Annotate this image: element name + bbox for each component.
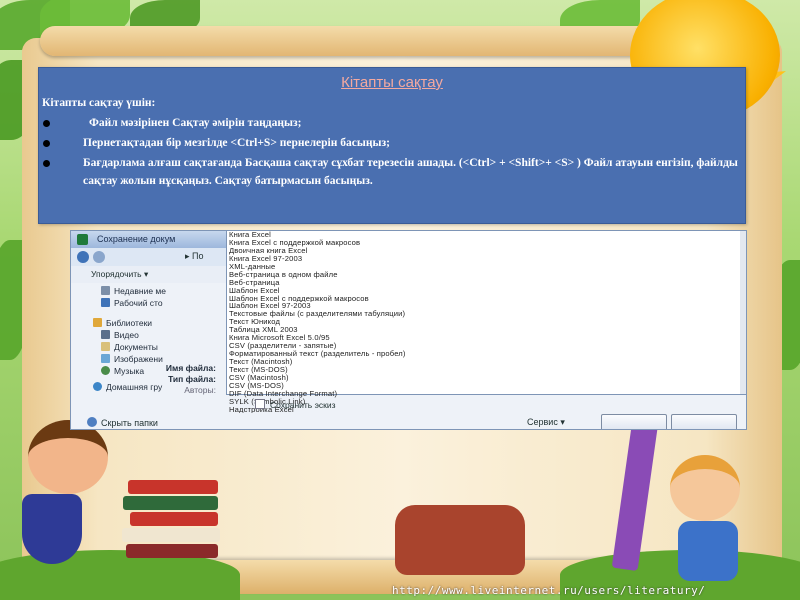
file-type-option[interactable]: DIF (Data Interchange Format) <box>227 390 746 398</box>
nav-item-recent[interactable]: Недавние ме <box>101 285 166 297</box>
homegroup-icon <box>93 382 102 391</box>
file-type-option[interactable]: CSV (MS-DOS) <box>227 382 746 390</box>
forward-arrow-icon[interactable] <box>93 251 105 263</box>
images-icon <box>101 354 110 363</box>
dropdown-scrollbar[interactable] <box>740 231 746 394</box>
file-type-option[interactable]: Текст (MS-DOS) <box>227 366 746 374</box>
save-thumbnail-option[interactable]: Сохранить эскиз <box>255 399 336 410</box>
back-arrow-icon[interactable] <box>77 251 89 263</box>
save-button[interactable] <box>601 414 667 429</box>
boy-body <box>678 521 738 581</box>
save-as-dialog: Сохранение докум ▸ По Упорядочить ▾ Неда… <box>70 230 747 430</box>
organize-menu[interactable]: Упорядочить ▾ <box>71 266 226 283</box>
libraries-icon <box>93 318 102 327</box>
file-type-option[interactable]: Текстовые файлы (с разделителями табуляц… <box>227 310 746 318</box>
file-type-dropdown-list[interactable]: Книга Excel Книга Excel с поддержкой макр… <box>226 231 746 429</box>
field-labels: Имя файла: Тип файла: Авторы: <box>111 363 216 396</box>
book <box>122 528 220 542</box>
nav-item-label: Видео <box>114 330 139 340</box>
file-type-option[interactable]: Шаблон Excel 97-2003 <box>227 302 746 310</box>
file-name-label: Имя файла: <box>165 363 216 373</box>
file-type-option[interactable]: Веб-страница <box>227 279 746 287</box>
authors-label: Авторы: <box>184 385 216 395</box>
books-stack-illustration <box>118 470 228 570</box>
hide-folders-button[interactable]: Скрыть папки <box>87 417 158 428</box>
file-type-option[interactable]: Документ XPS <box>227 429 747 430</box>
source-url-watermark: http://www.liveinternet.ru/users/literat… <box>392 584 706 597</box>
nav-item-label: Недавние ме <box>114 286 166 296</box>
file-type-option[interactable]: Веб-страница в одном файле <box>227 271 746 279</box>
panel-intro: Кітапты сақтау үшін: <box>42 97 156 109</box>
file-type-option[interactable]: CSV (Macintosh) <box>227 374 746 382</box>
girl-head <box>28 420 108 494</box>
file-type-option[interactable]: XML-данные <box>227 263 746 271</box>
nav-item-video[interactable]: Видео <box>101 329 139 341</box>
file-type-option[interactable]: Книга Microsoft Excel 5.0/95 <box>227 334 746 342</box>
info-panel: Кітапты сақтау Кітапты сақтау үшін: Файл… <box>38 67 746 224</box>
tools-menu-label: Сервис <box>527 417 558 427</box>
nav-item-label: Библиотеки <box>106 318 153 328</box>
nav-item-libraries[interactable]: Библиотеки <box>93 317 152 329</box>
path-fragment: По <box>192 251 204 261</box>
book <box>128 480 218 494</box>
nav-item-label: Документы <box>114 342 158 352</box>
panel-title: Кітапты сақтау <box>39 74 745 91</box>
step-item: Файл мәзірінен Сақтау әмірін таңдаңыз; <box>39 114 739 132</box>
documents-icon <box>101 342 110 351</box>
file-type-option[interactable]: Шаблон Excel с поддержкой макросов <box>227 295 746 303</box>
step-item: Бағдарлама алғаш сақтағанда Басқаша сақт… <box>39 154 739 190</box>
file-type-label: Тип файла: <box>168 374 216 384</box>
hide-folders-label: Скрыть папки <box>101 418 158 428</box>
dialog-title: Сохранение докум <box>97 234 176 244</box>
step-item: Пернетақтадан бір мезгілде <Ctrl+S> перн… <box>39 134 739 152</box>
file-type-option[interactable]: Текст (Macintosh) <box>227 358 746 366</box>
dialog-footer: Скрыть папки Сервис ▾ <box>71 413 746 429</box>
dialog-navbar: ▸ По <box>71 248 226 266</box>
recent-places-icon <box>101 286 110 295</box>
cancel-button[interactable] <box>671 414 737 429</box>
file-type-option[interactable]: Шаблон Excel <box>227 287 746 295</box>
path-breadcrumb[interactable]: ▸ По <box>185 251 204 262</box>
nav-item-documents[interactable]: Документы <box>101 341 158 353</box>
book <box>123 496 218 510</box>
file-type-option[interactable]: Форматированный текст (разделитель - про… <box>227 350 746 358</box>
steps-list: Файл мәзірінен Сақтау әмірін таңдаңыз; П… <box>39 114 739 192</box>
panel-title-text: Кітапты сақтау <box>341 74 443 91</box>
desktop-icon <box>101 298 110 307</box>
file-type-option[interactable]: Книга Excel 97-2003 <box>227 255 746 263</box>
boy-head <box>670 455 740 521</box>
video-icon <box>101 330 110 339</box>
file-type-option[interactable]: Текст Юникод <box>227 318 746 326</box>
file-type-option[interactable]: CSV (разделители - запятые) <box>227 342 746 350</box>
nav-item-desktop[interactable]: Рабочий сто <box>101 297 163 309</box>
dialog-titlebar: Сохранение докум <box>71 231 226 248</box>
file-type-option[interactable]: Книга Excel с поддержкой макросов <box>227 239 746 247</box>
tools-menu[interactable]: Сервис ▾ <box>527 417 565 428</box>
nav-item-label: Рабочий сто <box>114 298 163 308</box>
boy-illustration <box>660 455 770 585</box>
file-type-option[interactable]: Двоичная книга Excel <box>227 247 746 255</box>
girl-dress <box>22 494 82 564</box>
backpack-illustration <box>395 505 525 575</box>
save-thumbnail-label: Сохранить эскиз <box>270 400 336 410</box>
file-type-option[interactable]: Таблица XML 2003 <box>227 326 746 334</box>
save-thumbnail-checkbox[interactable] <box>255 399 265 409</box>
excel-app-icon <box>77 234 88 245</box>
music-icon <box>101 366 110 375</box>
book <box>126 544 218 558</box>
chevron-up-icon <box>87 417 97 427</box>
file-type-option[interactable]: Книга Excel <box>227 231 746 239</box>
book <box>130 512 218 526</box>
